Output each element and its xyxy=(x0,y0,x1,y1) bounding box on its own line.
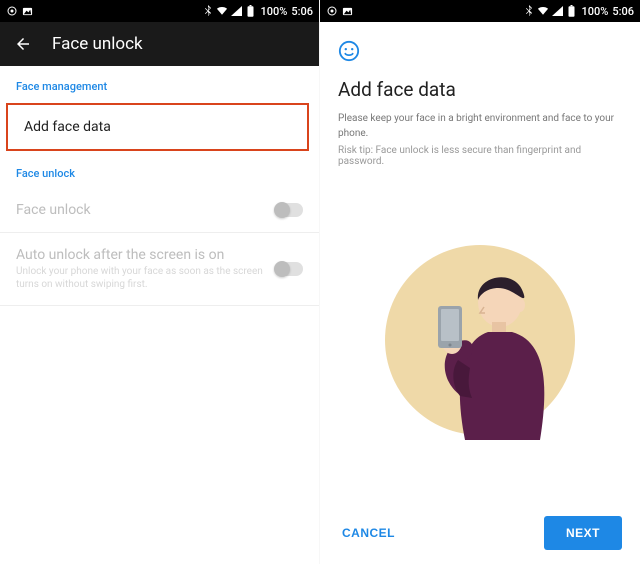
row-add-face-data[interactable]: Add face data xyxy=(8,105,307,149)
bluetooth-icon xyxy=(523,5,535,17)
titlebar: Face unlock xyxy=(0,22,319,66)
status-bar: 100% 5:06 xyxy=(320,0,640,22)
signal-icon xyxy=(551,5,563,17)
clock: 5:06 xyxy=(612,5,634,18)
row-sublabel: Unlock your phone with your face as soon… xyxy=(16,265,275,291)
next-button[interactable]: NEXT xyxy=(544,516,622,550)
row-label: Add face data xyxy=(24,119,291,135)
battery-icon xyxy=(244,5,256,17)
battery-percent: 100% xyxy=(260,5,287,18)
page-title: Face unlock xyxy=(52,34,143,54)
clock: 5:06 xyxy=(291,5,313,18)
cancel-button[interactable]: CANCEL xyxy=(338,518,399,548)
smiley-icon xyxy=(338,40,622,66)
toggle-auto-unlock xyxy=(275,262,303,276)
notification-dot-icon xyxy=(6,5,18,17)
status-bar: 100% 5:06 xyxy=(0,0,319,22)
toggle-face-unlock xyxy=(275,203,303,217)
wifi-icon xyxy=(216,5,228,17)
right-screenshot: 100% 5:06 Add face data Please keep your… xyxy=(320,0,640,564)
signal-icon xyxy=(230,5,242,17)
footer-bar: CANCEL NEXT xyxy=(320,502,640,564)
add-face-content: Add face data Please keep your face in a… xyxy=(320,22,640,502)
risk-tip: Risk tip: Face unlock is less secure tha… xyxy=(338,145,622,167)
notification-dot-icon xyxy=(326,5,338,17)
illustration xyxy=(338,167,622,502)
bluetooth-icon xyxy=(202,5,214,17)
battery-icon xyxy=(565,5,577,17)
row-label: Auto unlock after the screen is on xyxy=(16,247,275,263)
settings-content: Face management Add face data Face unloc… xyxy=(0,66,319,564)
back-icon[interactable] xyxy=(14,35,32,53)
row-auto-unlock: Auto unlock after the screen is on Unloc… xyxy=(0,233,319,306)
section-face-management: Face management xyxy=(0,66,319,101)
gallery-icon xyxy=(341,5,353,17)
section-face-unlock: Face unlock xyxy=(0,153,319,188)
left-screenshot: 100% 5:06 Face unlock Face management Ad… xyxy=(0,0,320,564)
wifi-icon xyxy=(537,5,549,17)
row-label: Face unlock xyxy=(16,202,275,218)
highlight-annotation: Add face data xyxy=(6,103,309,151)
add-face-instruction: Please keep your face in a bright enviro… xyxy=(338,111,622,141)
gallery-icon xyxy=(21,5,33,17)
row-face-unlock: Face unlock xyxy=(0,188,319,233)
battery-percent: 100% xyxy=(581,5,608,18)
add-face-title: Add face data xyxy=(338,78,622,101)
